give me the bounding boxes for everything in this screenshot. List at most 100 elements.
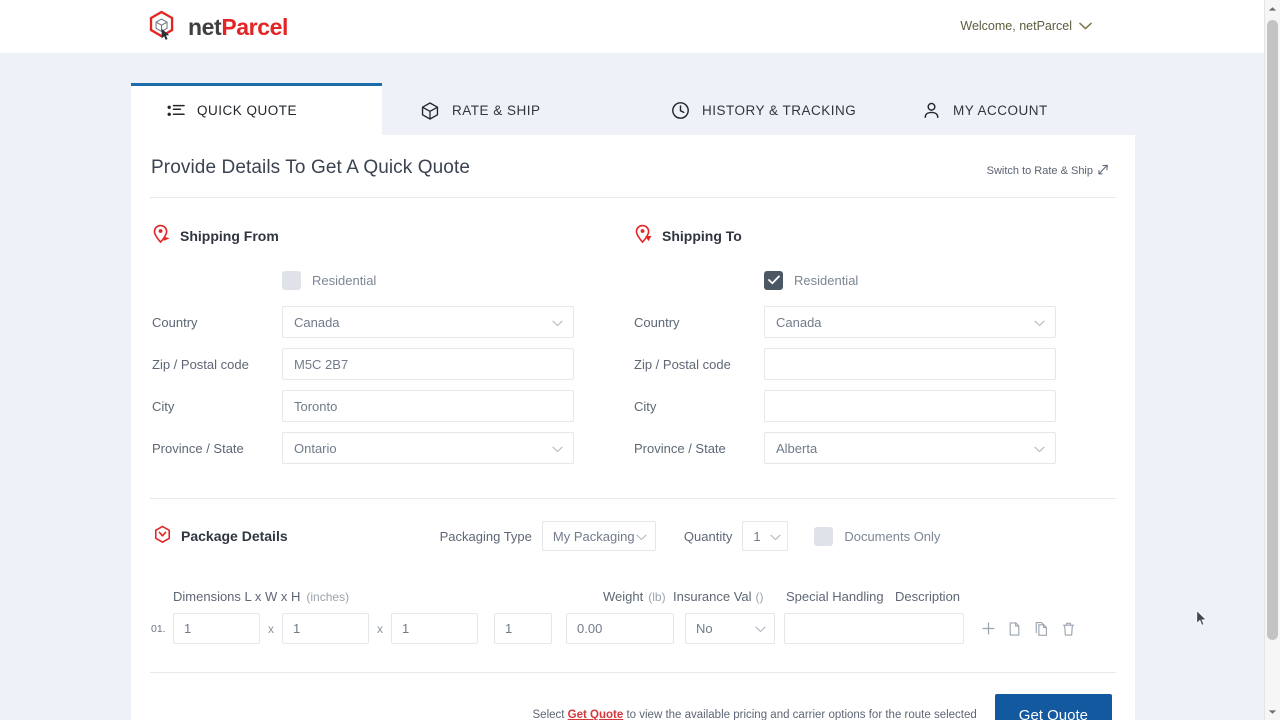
weight-value: 1 <box>505 621 512 636</box>
chevron-down-icon <box>636 529 647 544</box>
trash-icon[interactable] <box>1061 621 1076 637</box>
documents-only-checkbox[interactable] <box>814 527 833 546</box>
shipping-from-zip-input[interactable]: M5C 2B7 <box>282 348 574 380</box>
section-heading-label: Package Details <box>181 528 288 544</box>
list-bullet-icon <box>167 103 185 119</box>
copy-multiple-icon[interactable] <box>1033 621 1050 637</box>
shipping-from-residential-checkbox[interactable] <box>282 271 301 290</box>
shipping-to-heading: Shipping To <box>632 224 1114 247</box>
get-quote-button[interactable]: Get Quote <box>995 694 1112 720</box>
shipping-from-city-row: City Toronto <box>150 390 632 422</box>
quantity-label: Quantity <box>684 529 732 544</box>
shipping-to-city-input[interactable] <box>764 390 1056 422</box>
clock-icon <box>671 101 690 120</box>
main-tabs: QUICK QUOTE RATE & SHIP <box>131 83 1135 135</box>
shipping-to-zip-label: Zip / Postal code <box>632 357 764 372</box>
shipping-from-column: Shipping From Residential Country <box>150 224 632 474</box>
insurance-value-input[interactable]: 0.00 <box>566 613 674 644</box>
browser-scrollbar[interactable] <box>1264 0 1280 720</box>
card-content: Provide Details To Get A Quick Quote Swi… <box>131 135 1135 720</box>
quantity-select[interactable]: 1 <box>742 521 788 551</box>
packaging-type-label: Packaging Type <box>440 529 532 544</box>
shipping-to-residential-row: Residential <box>764 269 1114 291</box>
hexagon-chevron-icon <box>153 525 172 547</box>
copy-icon[interactable] <box>1007 621 1022 637</box>
package-details-section: Package Details Packaging Type My Packag… <box>149 499 1117 720</box>
shipping-to-province-label: Province / State <box>632 441 764 456</box>
shipping-from-zip-row: Zip / Postal code M5C 2B7 <box>150 348 632 380</box>
chevron-down-icon <box>552 441 563 456</box>
tab-history-and-tracking[interactable]: HISTORY & TRACKING <box>633 83 884 135</box>
height-input[interactable]: 1 <box>391 613 478 644</box>
shipping-to-city-label: City <box>632 399 764 414</box>
shipping-from-residential-label: Residential <box>312 273 376 288</box>
row-number: 01. <box>151 623 173 635</box>
chevron-down-icon <box>1034 315 1045 330</box>
shipping-to-residential-label: Residential <box>794 273 858 288</box>
weight-unit-label: (lb) <box>648 590 665 604</box>
map-pin-arrow-icon <box>634 224 653 247</box>
scrollbar-down-arrow[interactable] <box>1265 703 1280 720</box>
shipping-from-country-label: Country <box>150 315 282 330</box>
tab-rate-and-ship[interactable]: RATE & SHIP <box>382 83 633 135</box>
shipping-to-zip-input[interactable] <box>764 348 1056 380</box>
packaging-type-select[interactable]: My Packaging <box>542 521 656 551</box>
scrollbar-up-arrow[interactable] <box>1265 0 1280 17</box>
shipping-to-zip-row: Zip / Postal code <box>632 348 1114 380</box>
tab-quick-quote[interactable]: QUICK QUOTE <box>131 83 382 135</box>
shipping-from-province-value: Ontario <box>294 441 546 456</box>
weight-column-label: Weight <box>603 589 643 604</box>
packaging-type-value: My Packaging <box>553 529 636 544</box>
user-menu[interactable]: Welcome, netParcel <box>960 19 1092 33</box>
box-icon <box>420 101 440 121</box>
footer-row: Select Get Quote to view the available p… <box>149 673 1117 720</box>
shipping-from-province-row: Province / State Ontario <box>150 432 632 464</box>
width-input[interactable]: 1 <box>282 613 369 644</box>
description-input[interactable] <box>784 613 964 644</box>
chevron-down-icon <box>552 315 563 330</box>
dimension-separator: x <box>369 622 391 636</box>
brand-logo[interactable]: netParcel <box>144 9 288 45</box>
welcome-label: Welcome, netParcel <box>960 19 1072 33</box>
package-details-heading: Package Details <box>151 525 288 547</box>
shipping-to-country-select[interactable]: Canada <box>764 306 1056 338</box>
footer-note: Select Get Quote to view the available p… <box>533 709 977 720</box>
tab-my-account[interactable]: MY ACCOUNT <box>884 83 1135 135</box>
switch-to-rate-and-ship-link[interactable]: Switch to Rate & Ship <box>987 163 1110 178</box>
length-input[interactable]: 1 <box>173 613 260 644</box>
dimensions-column-label: Dimensions L x W x H <box>173 589 300 604</box>
scrollbar-thumb[interactable] <box>1267 20 1278 640</box>
section-heading-label: Shipping From <box>180 228 279 244</box>
quote-card: QUICK QUOTE RATE & SHIP <box>131 83 1135 720</box>
tab-label: RATE & SHIP <box>452 103 541 118</box>
special-handling-value: No <box>696 621 713 636</box>
shipping-from-zip-value: M5C 2B7 <box>294 357 563 372</box>
page-title: Provide Details To Get A Quick Quote <box>150 157 470 179</box>
shipping-from-country-select[interactable]: Canada <box>282 306 574 338</box>
shipping-from-province-select[interactable]: Ontario <box>282 432 574 464</box>
switch-link-label: Switch to Rate & Ship <box>987 165 1093 177</box>
user-icon <box>922 101 941 120</box>
documents-only-label: Documents Only <box>844 529 940 544</box>
shipping-from-heading: Shipping From <box>150 224 632 247</box>
shipping-from-province-label: Province / State <box>150 441 282 456</box>
special-handling-select[interactable]: No <box>685 613 775 644</box>
shipping-to-residential-checkbox[interactable] <box>764 271 783 290</box>
chevron-down-icon <box>1079 19 1092 33</box>
package-row: 01. 1 x 1 x 1 <box>149 613 1117 644</box>
plus-icon[interactable] <box>981 621 996 636</box>
tab-label: HISTORY & TRACKING <box>702 103 856 118</box>
external-link-arrow-icon <box>1098 163 1110 178</box>
page-background: QUICK QUOTE RATE & SHIP <box>0 53 1264 720</box>
tab-label: MY ACCOUNT <box>953 103 1048 118</box>
shipping-to-province-select[interactable]: Alberta <box>764 432 1056 464</box>
insurance-value: 0.00 <box>577 621 602 636</box>
shipping-from-city-input[interactable]: Toronto <box>282 390 574 422</box>
dimension-separator: x <box>260 622 282 636</box>
site-header: netParcel Welcome, netParcel <box>0 0 1264 53</box>
hexagon-box-cursor-logo-icon <box>144 9 180 45</box>
weight-input[interactable]: 1 <box>494 613 552 644</box>
address-section: Shipping From Residential Country <box>150 198 1116 499</box>
get-quote-inline-link[interactable]: Get Quote <box>568 709 624 720</box>
shipping-to-province-value: Alberta <box>776 441 1028 456</box>
